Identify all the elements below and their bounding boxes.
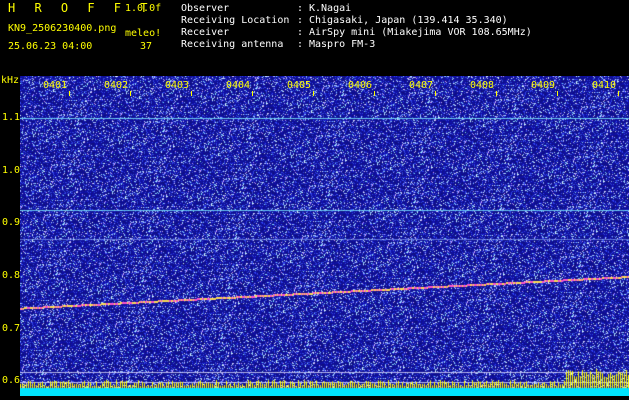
y-tick-label: 0.7 bbox=[2, 322, 21, 334]
x-tick-label: 0403 bbox=[165, 80, 190, 91]
x-tick-label: 0409 bbox=[531, 80, 556, 91]
x-tick-label: 0402 bbox=[104, 80, 129, 91]
x-tick-label: 0410 bbox=[592, 80, 617, 91]
header-panel: H R O F F T 1.0.0f KN9_2506230400.png me… bbox=[0, 0, 629, 76]
antenna-value: Maspro FM-3 bbox=[309, 39, 376, 50]
filename-label: KN9_2506230400.png bbox=[8, 23, 117, 34]
x-tick-mark bbox=[557, 91, 558, 96]
x-tick-mark bbox=[130, 91, 131, 96]
x-tick-mark bbox=[496, 91, 497, 96]
x-tick-mark bbox=[191, 91, 192, 96]
y-tick-label: 1.1 bbox=[2, 112, 21, 124]
y-tick-label: 0.6 bbox=[2, 375, 21, 387]
y-tick-label: 0.8 bbox=[2, 270, 21, 282]
x-tick-mark bbox=[69, 91, 70, 96]
x-tick-label: 0407 bbox=[409, 80, 434, 91]
x-tick-mark bbox=[313, 91, 314, 96]
y-tick-label: 0.9 bbox=[2, 217, 21, 229]
x-tick-label: 0405 bbox=[287, 80, 312, 91]
location-value: Chigasaki, Japan (139.414 35.340) bbox=[309, 15, 508, 26]
x-tick-mark bbox=[435, 91, 436, 96]
x-tick-mark bbox=[618, 91, 619, 96]
y-tick-label: 1.0 bbox=[2, 164, 21, 176]
version-label: 1.0.0f bbox=[125, 3, 162, 14]
colon: : bbox=[297, 39, 304, 50]
x-tick-mark bbox=[374, 91, 375, 96]
colon: : bbox=[297, 3, 304, 14]
observer-label: Observer bbox=[181, 3, 230, 14]
location-label: Receiving Location bbox=[181, 15, 290, 26]
meleo-label: meleo! bbox=[125, 28, 162, 39]
receiver-label: Receiver bbox=[181, 27, 230, 38]
x-tick-label: 0406 bbox=[348, 80, 373, 91]
x-tick-mark bbox=[252, 91, 253, 96]
colon: : bbox=[297, 15, 304, 26]
receiver-value: AirSpy mini (Miakejima VOR 108.65MHz) bbox=[309, 27, 532, 38]
observer-value: K.Nagai bbox=[309, 3, 352, 14]
count-label: 37 bbox=[140, 41, 153, 52]
x-tick-label: 0401 bbox=[43, 80, 68, 91]
datetime-label: 25.06.23 04:00 bbox=[8, 41, 93, 52]
spectrogram-plot bbox=[20, 76, 629, 396]
x-tick-label: 0408 bbox=[470, 80, 495, 91]
y-axis-unit-label: kHz bbox=[1, 75, 20, 86]
antenna-label: Receiving antenna bbox=[181, 39, 284, 50]
spectrogram-canvas bbox=[20, 76, 629, 396]
colon: : bbox=[297, 27, 304, 38]
x-tick-label: 0404 bbox=[226, 80, 251, 91]
